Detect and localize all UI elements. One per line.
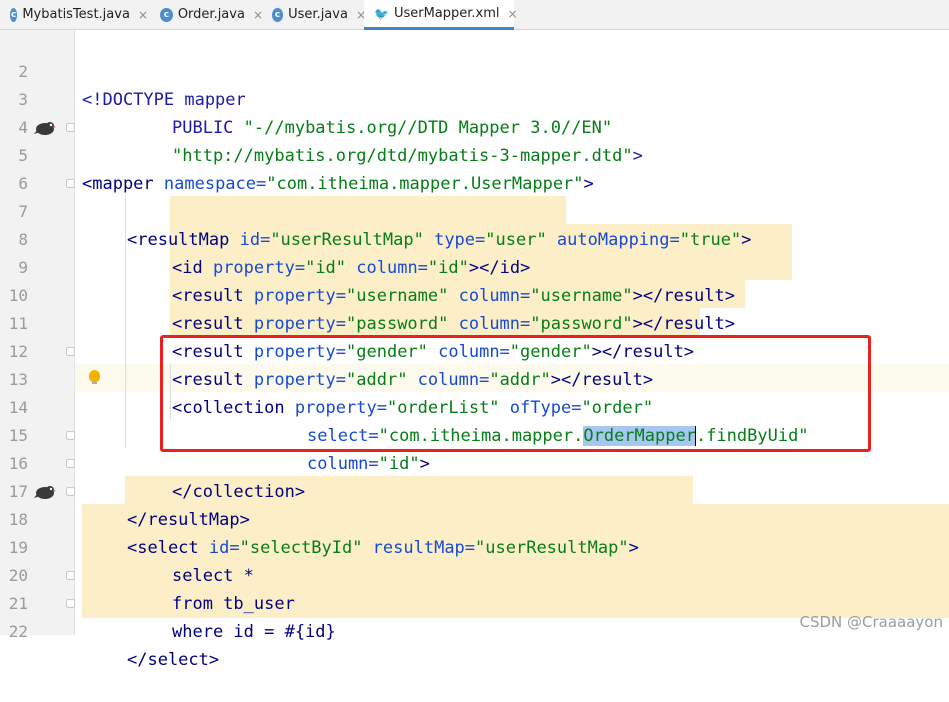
code-line: 21 where id = #{id} xyxy=(0,562,949,642)
editor-tab-bar: c MybatisTest.java × c Order.java × c Us… xyxy=(0,0,949,30)
sql-token: where id = #{id} xyxy=(172,622,336,642)
code-line: 12 <result property="addr" column="addr"… xyxy=(0,310,949,390)
tab-label: UserMapper.xml xyxy=(393,6,500,21)
code-line: 8 <id property="id" column="id"></id> xyxy=(0,198,949,278)
tab-mybatistest-java[interactable]: c MybatisTest.java × xyxy=(0,0,148,29)
fold-marker-icon[interactable] xyxy=(66,571,75,580)
code-line: 9 <result property="username" column="us… xyxy=(0,226,949,306)
tab-usermapper-xml[interactable]: 🐦 UserMapper.xml × xyxy=(364,0,518,30)
line-number: 22 xyxy=(8,622,28,641)
tab-order-java[interactable]: c Order.java × xyxy=(150,0,263,29)
close-icon[interactable]: × xyxy=(138,8,148,22)
tab-label: MybatisTest.java xyxy=(22,7,130,22)
fold-marker-icon[interactable] xyxy=(66,599,75,608)
java-class-icon: c xyxy=(10,7,18,22)
code-line: 4 "http://mybatis.org/dtd/mybatis-3-mapp… xyxy=(0,86,949,166)
fold-marker-icon[interactable] xyxy=(66,487,75,496)
mybatis-navigation-icon[interactable] xyxy=(34,120,56,136)
fold-marker-icon[interactable] xyxy=(66,431,75,440)
tag-token: </select> xyxy=(127,650,220,670)
code-line: 7 <resultMap id="userResultMap" type="us… xyxy=(0,170,949,250)
fold-marker-icon[interactable] xyxy=(66,179,75,188)
tab-label: Order.java xyxy=(177,7,245,22)
code-line: 11 <result property="gender" column="gen… xyxy=(0,282,949,362)
code-line: 18 <select id="selectById" resultMap="us… xyxy=(0,478,949,558)
fold-marker-icon[interactable] xyxy=(66,123,75,132)
tab-user-java[interactable]: c User.java × xyxy=(262,0,366,29)
fold-marker-icon[interactable] xyxy=(66,459,75,468)
close-icon[interactable]: × xyxy=(508,7,518,21)
code-editor[interactable]: 2 <!DOCTYPE mapper 3 PUBLIC "-//mybatis.… xyxy=(0,30,949,670)
watermark: CSDN @Craaaayon xyxy=(799,613,943,631)
fold-marker-icon[interactable] xyxy=(66,347,75,356)
intention-bulb-icon[interactable] xyxy=(89,370,100,384)
mybatis-xml-icon: 🐦 xyxy=(374,6,389,21)
tab-label: User.java xyxy=(288,7,348,22)
code-line: 5 <mapper namespace="com.itheima.mapper.… xyxy=(0,114,949,194)
code-line: 20 from tb_user xyxy=(0,534,949,614)
mybatis-navigation-icon[interactable] xyxy=(34,484,56,500)
code-line: 10 <result property="password" column="p… xyxy=(0,254,949,334)
code-line: 19 select * xyxy=(0,506,949,586)
code-line: 6 xyxy=(0,142,949,193)
java-class-icon: c xyxy=(160,7,173,22)
code-line: 2 <!DOCTYPE mapper xyxy=(0,30,949,110)
code-line: 3 PUBLIC "-//mybatis.org//DTD Mapper 3.0… xyxy=(0,58,949,138)
annotation-highlight-box xyxy=(160,335,871,452)
code-line: 17 </resultMap> xyxy=(0,450,949,530)
java-class-icon: c xyxy=(272,7,284,22)
